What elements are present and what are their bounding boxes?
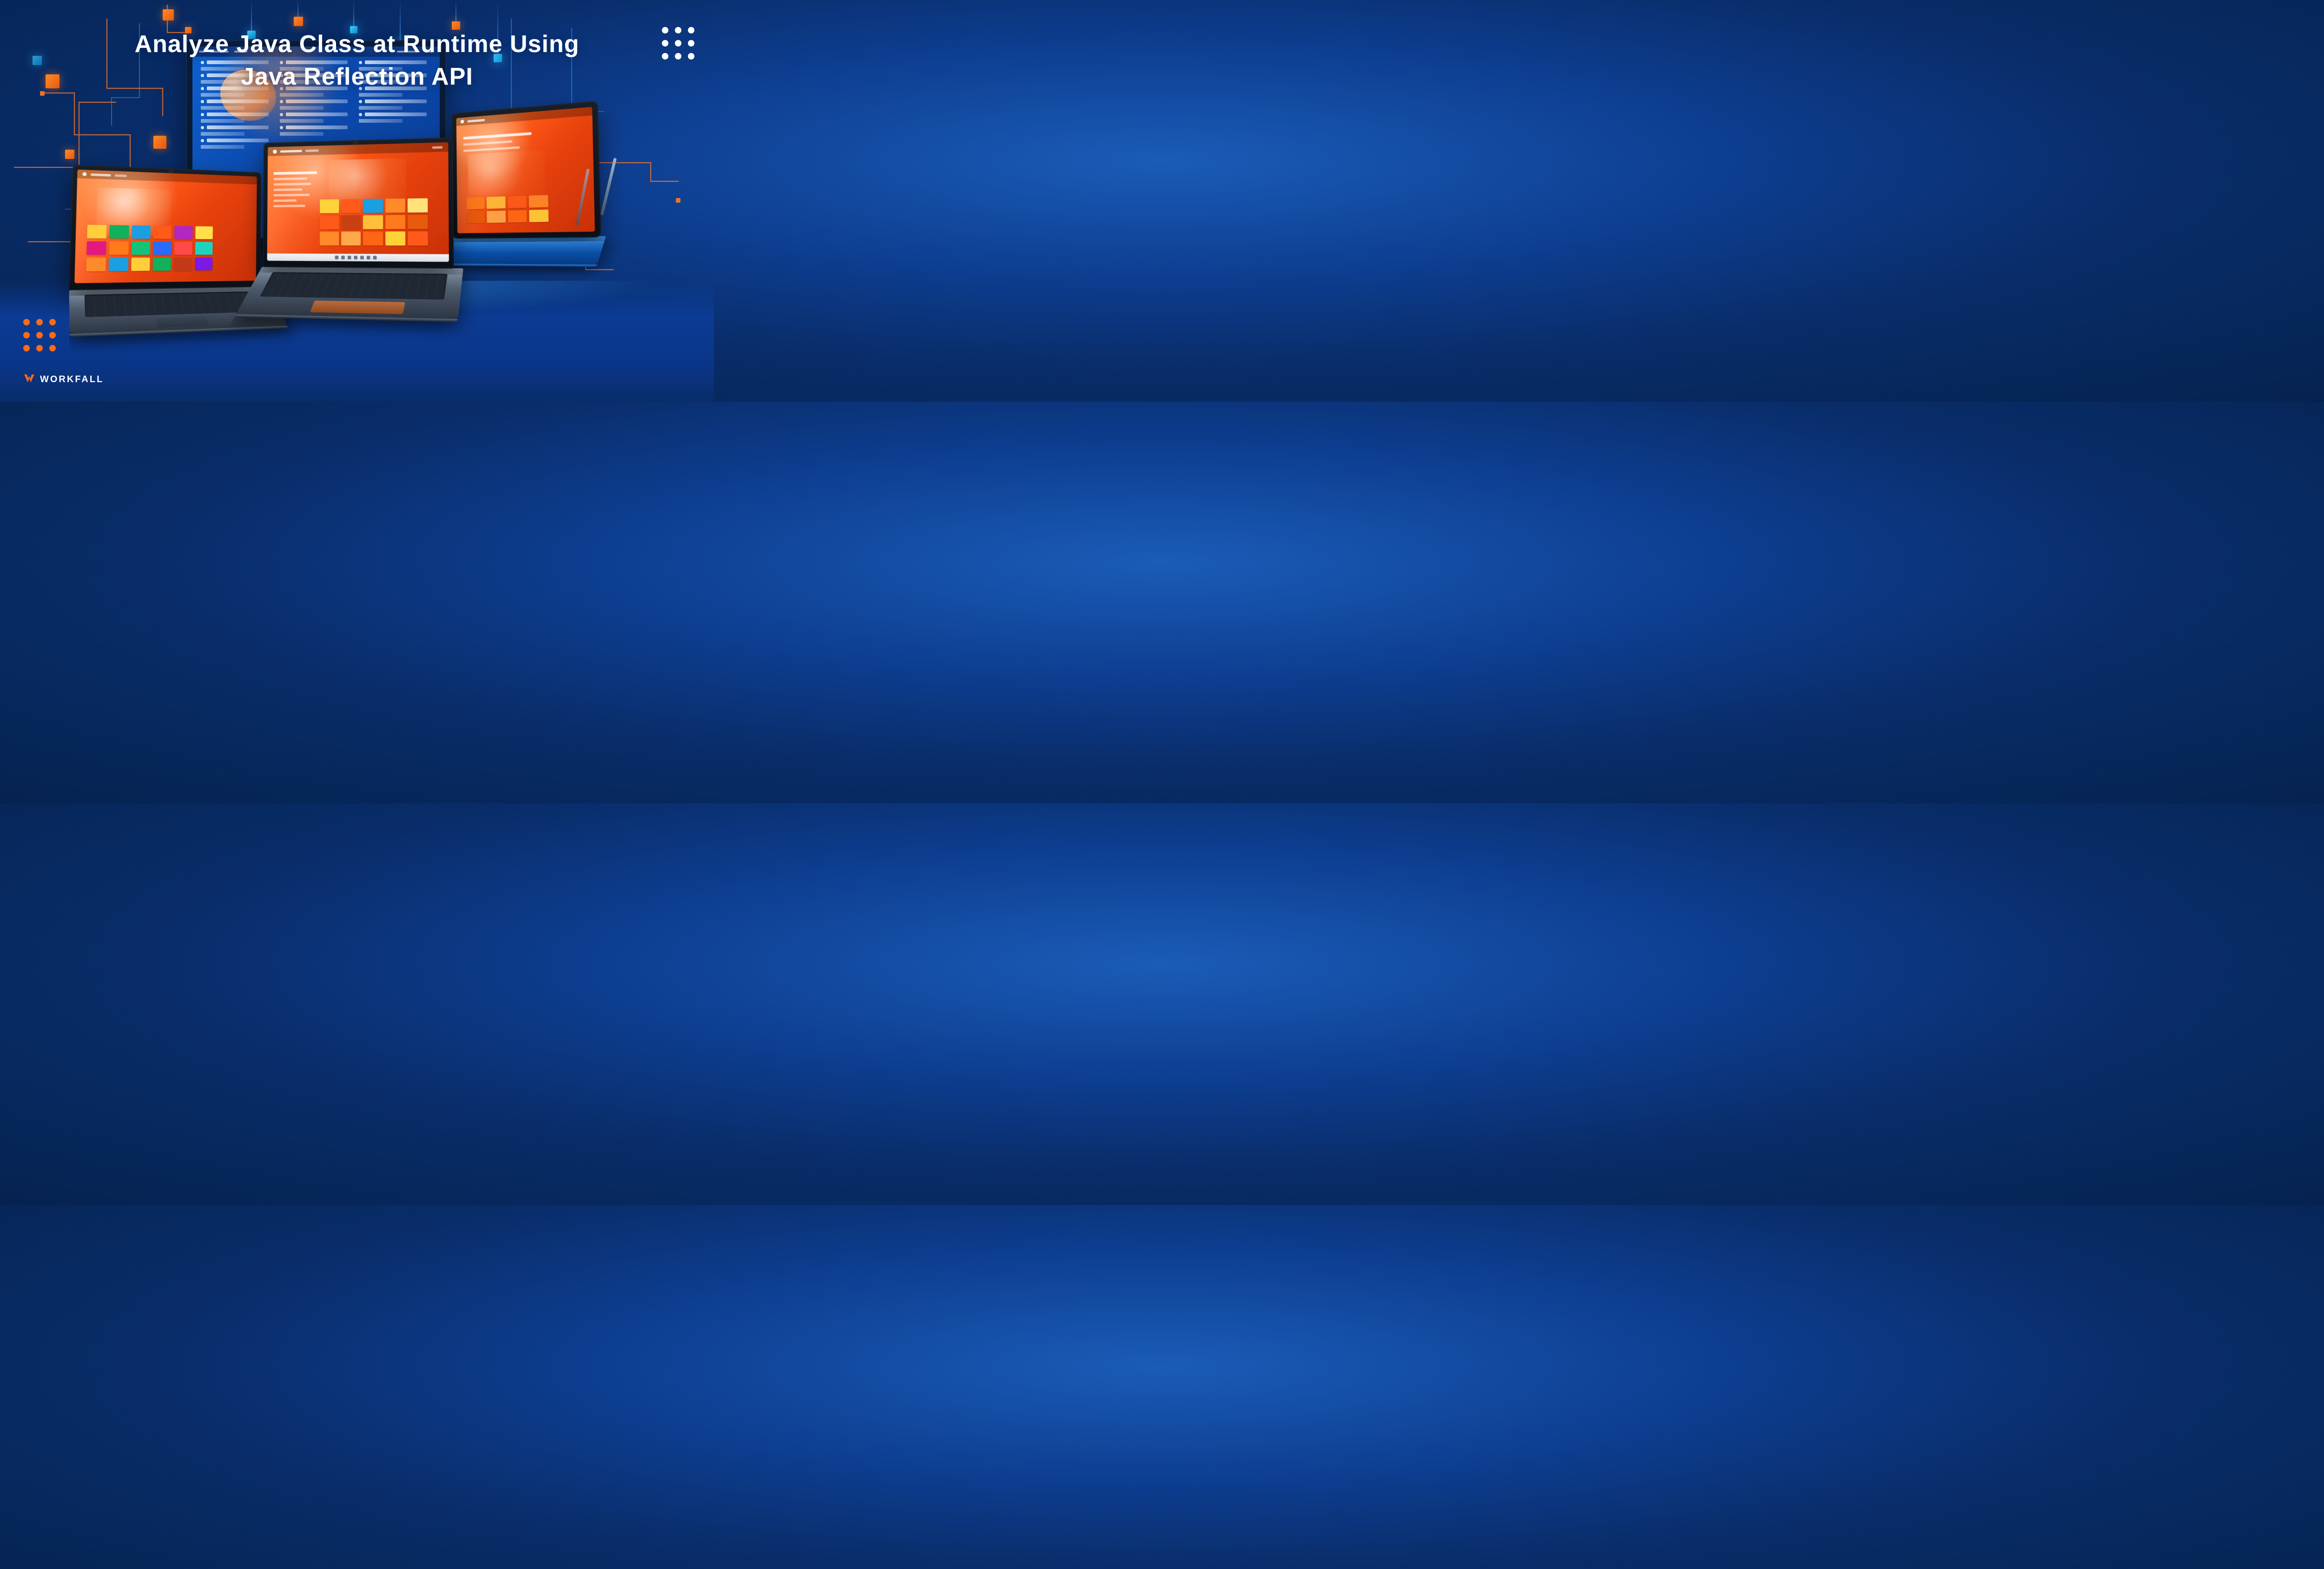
title-line-1: Analyze Java Class at Runtime Using <box>0 28 714 60</box>
tablet-right <box>451 100 608 305</box>
brand-logo: WORKFALL <box>23 372 104 387</box>
title-line-2: Java Reflection API <box>0 60 714 93</box>
laptop-center <box>262 137 464 354</box>
workfall-icon <box>23 372 35 387</box>
laptop-left <box>67 165 270 368</box>
brand-name: WORKFALL <box>40 374 104 385</box>
page-title: Analyze Java Class at Runtime Using Java… <box>0 28 714 93</box>
